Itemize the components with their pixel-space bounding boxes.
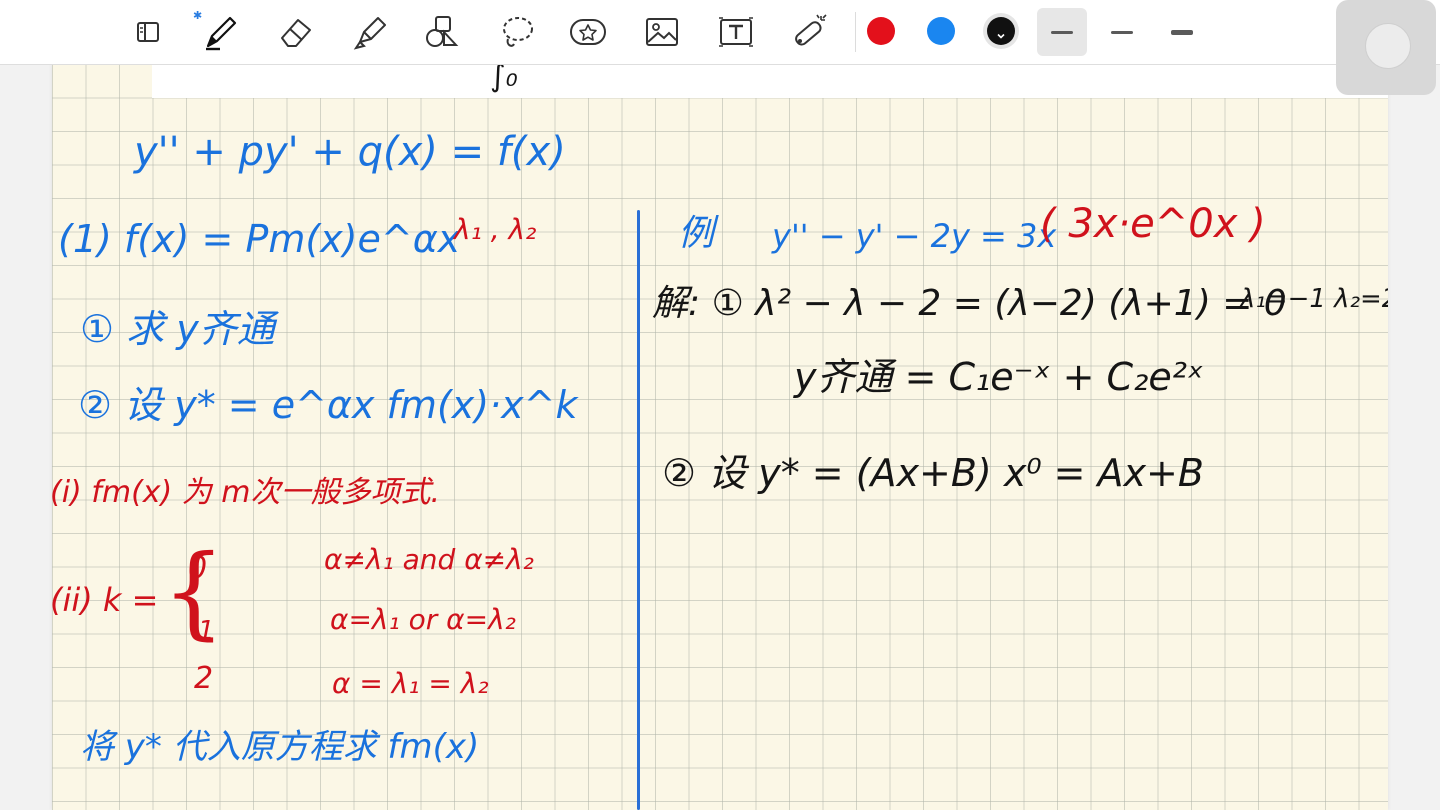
pen-button[interactable] <box>198 10 242 54</box>
column-divider <box>637 210 640 810</box>
eraser-button[interactable] <box>274 10 318 54</box>
solution-step-1: 解: ① λ² − λ − 2 = (λ−2) (λ+1) = 0 <box>652 283 1287 324</box>
laser-pointer-button[interactable] <box>788 10 832 54</box>
example-label: 例 <box>678 213 715 254</box>
note-i-polynomial: (i) fm(x) 为 m次一般多项式. <box>52 475 441 510</box>
k-condition-2: α = λ₁ = λ₂ <box>332 667 489 700</box>
case-1-roots: λ₁ , λ₂ <box>454 213 537 246</box>
note-ii-k-label: (ii) k = <box>52 581 159 619</box>
laser-pointer-icon <box>790 12 830 52</box>
k-condition-0: α≠λ₁ and α≠λ₂ <box>324 543 534 576</box>
solution-general: y齐通 = C₁e⁻ˣ + C₂e²ˣ <box>794 355 1204 399</box>
eraser-icon <box>276 12 316 52</box>
note-page[interactable]: ∫₀ y'' + py' + q(x) = f(x) (1) f(x) = Pm… <box>52 64 1388 810</box>
stroke-thick-icon <box>1171 29 1193 35</box>
bottom-instruction: 将 y* 代入原方程求 fm(x) <box>80 727 480 767</box>
case-1-heading: (1) f(x) = Pm(x)e^αx <box>58 217 461 261</box>
pages-button[interactable] <box>126 10 170 54</box>
color-swatch-blue[interactable] <box>927 17 955 45</box>
example-equation: y'' − y' − 2y = 3x <box>772 217 1057 255</box>
stroke-thin-icon <box>1051 30 1073 34</box>
pen-icon <box>200 12 240 52</box>
text-button[interactable] <box>714 10 758 54</box>
previous-page-integral: ∫₀ <box>490 64 518 94</box>
k-value-2: 2 <box>194 661 214 696</box>
k-value-0: 0 <box>188 551 208 586</box>
shapes-icon <box>422 12 462 52</box>
highlighter-button[interactable] <box>348 10 392 54</box>
step-2-particular-form: ② 设 y* = e^αx fm(x)·x^k <box>78 383 578 427</box>
toolbar-separator <box>855 12 856 52</box>
solution-step-2: ② 设 y* = (Ax+B) x⁰ = Ax+B <box>662 451 1204 495</box>
color-swatch-red[interactable] <box>867 17 895 45</box>
sticker-icon <box>568 12 608 52</box>
sticker-button[interactable] <box>566 10 610 54</box>
general-equation: y'' + py' + q(x) = f(x) <box>134 129 566 175</box>
solution-roots: λ₁=−1 λ₂=2 <box>1240 284 1388 314</box>
chevron-down-icon <box>996 26 1006 39</box>
lasso-icon <box>496 12 536 52</box>
assistive-touch-button[interactable] <box>1336 0 1436 95</box>
stroke-thin-button[interactable] <box>1037 8 1087 56</box>
color-swatch-black[interactable] <box>987 17 1015 45</box>
lasso-button[interactable] <box>494 10 538 54</box>
highlighter-icon <box>350 12 390 52</box>
stroke-medium-button[interactable] <box>1097 8 1147 56</box>
stroke-medium-icon <box>1111 30 1133 34</box>
assistive-touch-icon <box>1365 23 1411 69</box>
previous-page-strip <box>152 64 1388 98</box>
toolbar: ✱ <box>0 0 1440 65</box>
shapes-button[interactable] <box>420 10 464 54</box>
step-1-homogeneous: ① 求 y齐通 <box>80 307 275 351</box>
text-icon <box>716 12 756 52</box>
k-value-1: 1 <box>198 616 215 646</box>
image-button[interactable] <box>640 10 684 54</box>
stroke-thick-button[interactable] <box>1157 8 1207 56</box>
image-icon <box>642 12 682 52</box>
example-note: ( 3x·e^0x ) <box>1040 201 1266 247</box>
k-condition-1: α=λ₁ or α=λ₂ <box>330 603 516 636</box>
pages-icon <box>131 17 165 47</box>
